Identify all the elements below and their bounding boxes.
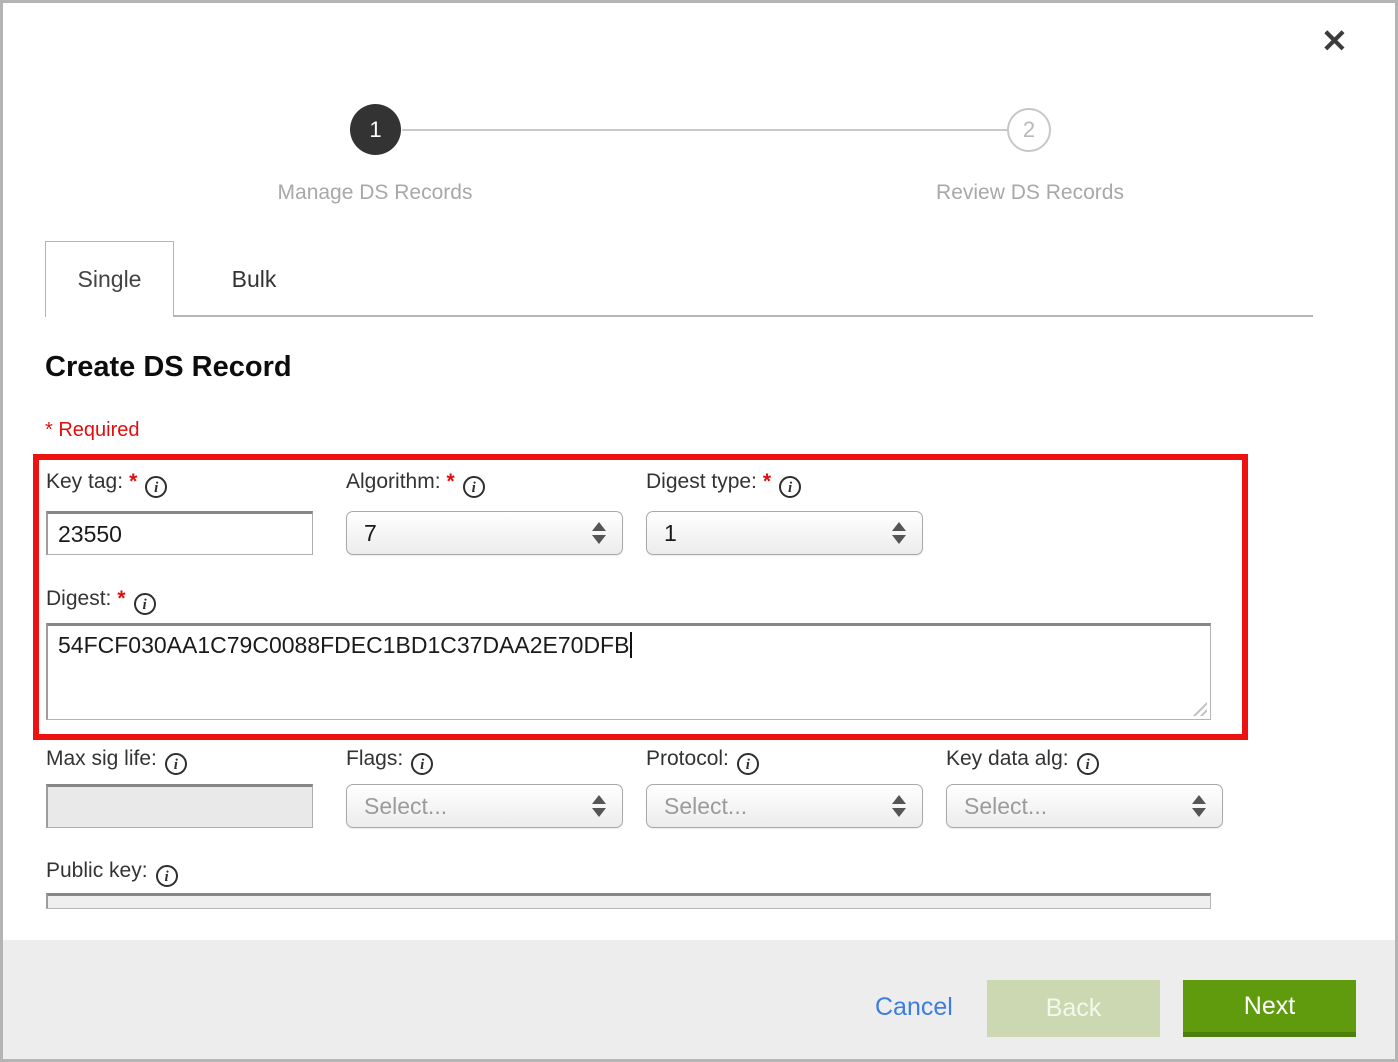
stepper-step-2-circle: 2: [1007, 108, 1051, 152]
protocol-select[interactable]: Select...: [646, 784, 923, 828]
digest-type-label: Digest type: * i: [646, 470, 801, 498]
required-asterisk: *: [129, 470, 137, 493]
key-tag-input[interactable]: 23550: [46, 511, 313, 555]
select-arrows-icon: [592, 795, 606, 817]
stepper-connector: [402, 129, 1008, 131]
algorithm-select[interactable]: 7: [346, 511, 623, 555]
digest-label-text: Digest:: [46, 587, 111, 610]
algorithm-label-text: Algorithm:: [346, 470, 441, 493]
key-tag-value: 23550: [58, 521, 122, 548]
algorithm-label: Algorithm: * i: [346, 470, 485, 498]
info-icon[interactable]: i: [145, 476, 167, 498]
select-arrows-icon: [892, 795, 906, 817]
flags-label: Flags: i: [346, 747, 433, 775]
protocol-value: Select...: [664, 793, 747, 820]
info-icon[interactable]: i: [156, 865, 178, 887]
info-icon[interactable]: i: [737, 753, 759, 775]
select-arrows-icon: [1192, 795, 1206, 817]
digest-textarea[interactable]: 54FCF030AA1C79C0088FDEC1BD1C37DAA2E70DFB: [46, 623, 1211, 720]
select-arrows-icon: [892, 522, 906, 544]
tab-single[interactable]: Single: [45, 241, 174, 317]
info-icon[interactable]: i: [779, 476, 801, 498]
key-tag-label-text: Key tag:: [46, 470, 123, 493]
required-asterisk: *: [447, 470, 455, 493]
flags-value: Select...: [364, 793, 447, 820]
digest-value: 54FCF030AA1C79C0088FDEC1BD1C37DAA2E70DFB: [58, 632, 629, 658]
tab-divider: [173, 315, 1313, 317]
key-data-alg-select[interactable]: Select...: [946, 784, 1223, 828]
digest-type-value: 1: [664, 520, 677, 547]
stepper-step-1-circle: 1: [350, 104, 401, 155]
protocol-label-text: Protocol:: [646, 747, 729, 770]
public-key-label-text: Public key:: [46, 859, 148, 882]
text-cursor: [630, 632, 632, 658]
info-icon[interactable]: i: [411, 753, 433, 775]
key-data-alg-label: Key data alg: i: [946, 747, 1099, 775]
key-tag-label: Key tag: * i: [46, 470, 167, 498]
next-button[interactable]: Next: [1183, 980, 1356, 1037]
key-data-alg-label-text: Key data alg:: [946, 747, 1069, 770]
select-arrows-icon: [592, 522, 606, 544]
digest-type-select[interactable]: 1: [646, 511, 923, 555]
resize-handle[interactable]: [1189, 698, 1207, 716]
flags-label-text: Flags:: [346, 747, 403, 770]
required-asterisk: *: [117, 587, 125, 610]
info-icon[interactable]: i: [463, 476, 485, 498]
page-title: Create DS Record: [45, 351, 292, 384]
protocol-label: Protocol: i: [646, 747, 759, 775]
algorithm-value: 7: [364, 520, 377, 547]
info-icon[interactable]: i: [134, 593, 156, 615]
cancel-link[interactable]: Cancel: [875, 993, 953, 1022]
digest-label: Digest: * i: [46, 587, 156, 615]
required-note: * Required: [45, 419, 140, 442]
public-key-textarea[interactable]: [46, 893, 1211, 909]
info-icon[interactable]: i: [1077, 753, 1099, 775]
stepper-step-1-label: Manage DS Records: [195, 181, 555, 205]
max-sig-life-label: Max sig life: i: [46, 747, 187, 775]
stepper-step-2-label: Review DS Records: [850, 181, 1210, 205]
create-ds-record-modal: ✕ 1 2 Manage DS Records Review DS Record…: [0, 0, 1398, 1062]
public-key-label: Public key: i: [46, 859, 178, 887]
info-icon[interactable]: i: [165, 753, 187, 775]
required-asterisk: *: [763, 470, 771, 493]
key-data-alg-value: Select...: [964, 793, 1047, 820]
back-button[interactable]: Back: [987, 980, 1160, 1037]
max-sig-life-input[interactable]: [46, 784, 313, 828]
close-icon[interactable]: ✕: [1321, 25, 1348, 57]
tab-bulk[interactable]: Bulk: [174, 241, 334, 317]
flags-select[interactable]: Select...: [346, 784, 623, 828]
digest-type-label-text: Digest type:: [646, 470, 757, 493]
max-sig-life-label-text: Max sig life:: [46, 747, 157, 770]
